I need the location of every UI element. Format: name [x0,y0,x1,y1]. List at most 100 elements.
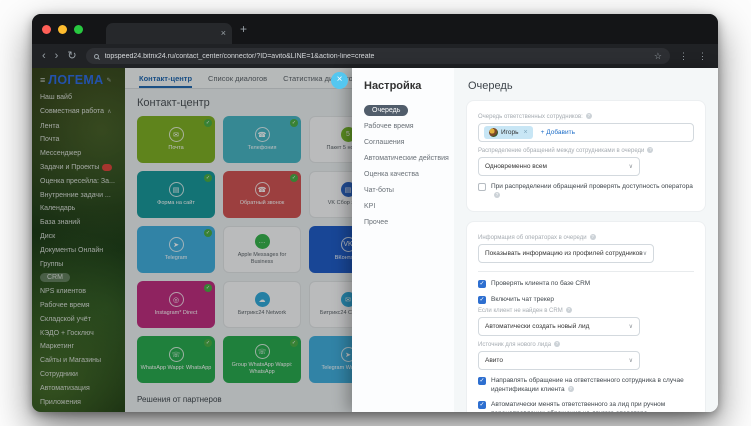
add-member-link[interactable]: + Добавить [541,129,575,136]
help-icon[interactable]: ? [585,113,592,119]
channel-tile-label: Обратный звонок [239,200,285,207]
distribution-select[interactable]: Одновременно всем ∨ [478,157,640,176]
sidebar-item[interactable]: Диск [40,230,125,244]
sidebar-item[interactable]: Лента [40,120,125,134]
help-icon[interactable]: ? [494,191,500,198]
tab-inactive[interactable]: Список диалогов [208,74,267,88]
sidebar-item[interactable]: Совместная работа ∧ [40,105,125,120]
label-text: Информация об операторах в очереди [478,235,587,241]
checkbox-label: Проверять клиента по базе CRM [491,280,591,287]
queue-members-label: Очередь ответственных сотрудников:? [478,113,694,120]
browser-menu-icon[interactable]: ⋮ [679,51,689,62]
remove-member-icon[interactable]: × [524,129,528,136]
browser-toolbar: ‹ › ↻ topspeed24.bitrix24.ru/contact_cen… [32,44,718,68]
member-chip[interactable]: Игорь × [484,126,533,139]
settings-menu-item[interactable]: Чат-боты [364,183,446,199]
help-icon[interactable]: ? [589,234,596,240]
whatsapp-icon: ☏ [254,344,270,359]
whatsapp-icon: ☏ [168,347,184,363]
settings-menu-item[interactable]: Очередь [364,103,446,119]
sidebar-item[interactable]: Группы [40,258,125,272]
tab-active[interactable]: Контакт-центр [139,74,193,88]
search-icon [93,53,99,59]
reload-button[interactable]: ↻ [67,50,76,62]
sidebar-item[interactable]: Почта [40,133,125,147]
settings-menu-item[interactable]: Оценка качества [364,167,446,183]
back-button[interactable]: ‹ [42,50,46,62]
sidebar-item[interactable]: Оценка пресейла: За... [40,175,125,189]
settings-menu-item[interactable]: Прочее [364,215,446,231]
hamburger-menu-icon[interactable]: ≡ [40,75,45,85]
channel-tile[interactable]: ➤ Telegram ✓ [137,226,215,273]
forward-button[interactable]: › [55,50,59,62]
checkbox-checked[interactable]: ✓ [478,280,486,288]
help-icon[interactable]: ? [565,307,572,313]
sidebar-item[interactable]: NPS клиентов [40,285,125,299]
checkbox-checked[interactable]: ✓ [478,401,486,409]
crm-check-row[interactable]: ✓ Проверять клиента по базе CRM [478,280,694,289]
sidebar-item[interactable]: Приложения [40,396,125,410]
channel-tile[interactable]: ☁ Битрикс24 Network [223,281,301,328]
availability-checkbox-row[interactable]: При распределении обращений проверять до… [478,183,694,200]
sidebar-item[interactable]: Складской учёт [40,313,125,327]
checkbox-checked[interactable]: ✓ [478,377,486,385]
settings-menu-list: Очередь Рабочее время Соглашения Автоматиче… [364,103,449,231]
channel-tile[interactable]: ☏ Group WhatsApp Wappi: WhatsApp ✓ [223,336,301,383]
route-check-row[interactable]: ✓ Направлять обращение на ответственного… [478,377,694,394]
sidebar-item[interactable]: Маркетинг [40,340,125,354]
browser-tab[interactable]: × [106,23,232,44]
close-window-button[interactable] [42,24,51,34]
sidebar-item[interactable]: Мессенджер [40,147,125,161]
help-icon[interactable]: ? [554,341,561,347]
sidebar-item[interactable]: КЭДО + Госключ [40,327,125,341]
operators-info-select[interactable]: Показывать информацию из профилей сотруд… [478,244,654,263]
sidebar-item[interactable]: Документы Онлайн [40,244,125,258]
sidebar-item[interactable]: Сотрудники [40,368,125,382]
lead-source-select[interactable]: Авито ∨ [478,351,640,370]
panel-close-button[interactable]: × [331,72,348,89]
new-tab-button[interactable]: + [240,22,247,36]
help-icon[interactable]: ? [567,385,574,392]
settings-menu-item[interactable]: Соглашения [364,135,446,151]
sidebar-item[interactable]: База знаний [40,216,125,230]
tracker-check-row[interactable]: ✓ Включить чат трекер [478,295,694,305]
sidebar-item[interactable]: Рабочее время [40,299,125,313]
channel-tile[interactable]: ✉ Почта ✓ [137,116,215,163]
checkbox-checked[interactable]: ✓ [478,295,486,304]
sidebar-item[interactable]: CRM [40,271,125,285]
extensions-menu-icon[interactable]: ⋮ [698,51,708,62]
logo[interactable]: ЛОГЕМА [48,73,103,87]
bookmark-icon[interactable]: ☆ [654,51,662,62]
tab-close-icon[interactable]: × [221,29,226,38]
sidebar-item[interactable]: Внутренние задачи ... [40,189,125,203]
label-text: Направлять обращение на ответственного с… [491,377,684,393]
sidebar-item[interactable]: Наш вайб [40,91,125,105]
sidebar-logo-row: ≡ ЛОГЕМА ✎ [40,73,125,87]
channel-tile-label: Телефония [247,145,277,152]
help-icon[interactable]: ? [647,147,654,153]
sidebar-item[interactable]: Календарь [40,202,125,216]
logo-edit-icon[interactable]: ✎ [106,77,111,84]
channel-tile[interactable]: ☎ Обратный звонок ✓ [223,171,301,218]
auto-change-check-row[interactable]: ✓ Автоматически менять ответственного за… [478,401,694,412]
checkbox-unchecked[interactable] [478,183,486,191]
channel-tile[interactable]: ☎ Телефония ✓ [223,116,301,163]
not-found-label: Если клиент не найден в CRM? [478,307,694,314]
channel-tile-label: Telegram [164,255,188,262]
minimize-window-button[interactable] [58,24,67,34]
maximize-window-button[interactable] [74,24,83,34]
sidebar-item[interactable]: Задачи и Проекты [40,161,125,175]
checkbox-label: Включить чат трекер [491,295,554,303]
settings-menu-item[interactable]: KPI [364,199,446,215]
address-bar[interactable]: topspeed24.bitrix24.ru/contact_center/co… [85,48,670,64]
sidebar-item[interactable]: Автоматизация [40,382,125,396]
not-found-select[interactable]: Автоматически создать новый лид ∨ [478,317,640,336]
sidebar-item[interactable]: Сайты и Магазины [40,354,125,368]
channel-tile[interactable]: ◎ Instagram* Direct ✓ [137,281,215,328]
channel-tile[interactable]: ☏ WhatsApp Wappi: WhatsApp ✓ [137,336,215,383]
settings-menu-item[interactable]: Рабочее время [364,119,446,135]
settings-menu-item[interactable]: Автоматические действия [364,151,449,167]
queue-members-input[interactable]: Игорь × + Добавить [478,123,694,142]
channel-tile[interactable]: … Apple Messages for Business [223,226,301,273]
channel-tile[interactable]: ▤ Форма на сайт ✓ [137,171,215,218]
